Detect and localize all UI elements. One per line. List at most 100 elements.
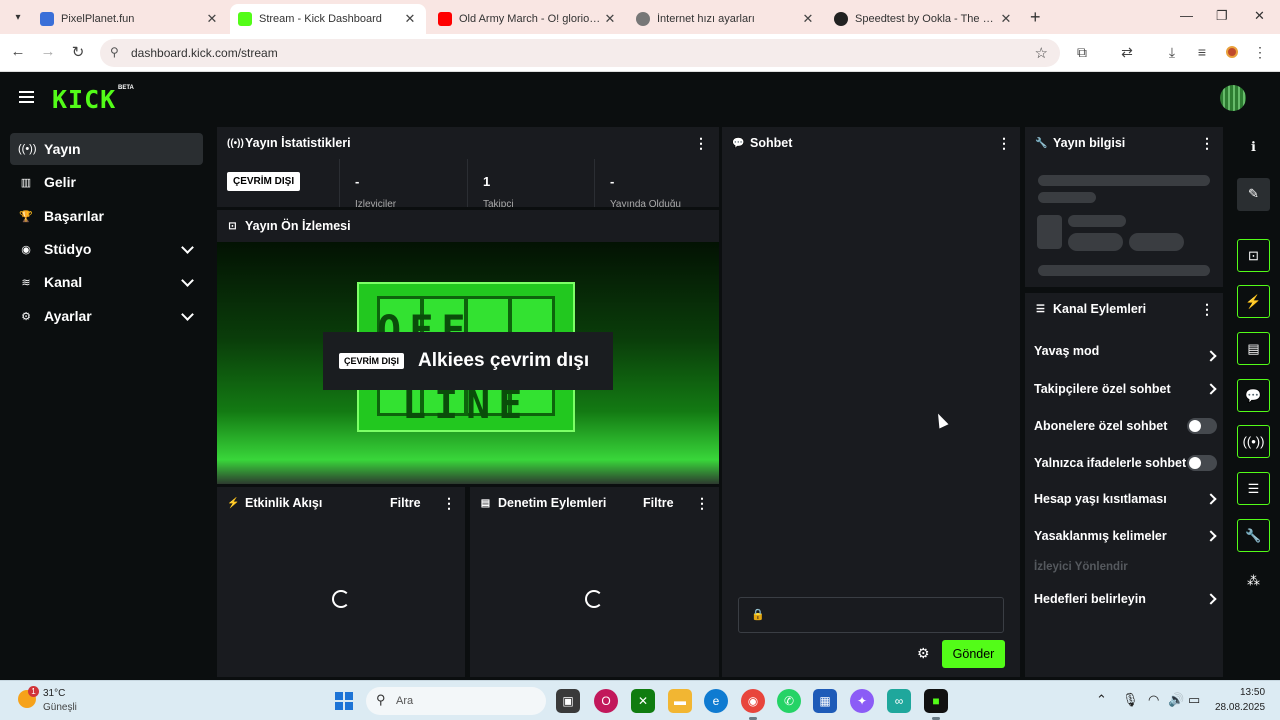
whatsapp-icon[interactable]: ✆: [777, 689, 801, 713]
action-slow-mode[interactable]: Yavaş mod: [1034, 341, 1217, 361]
tab-close-icon[interactable]: ✕: [402, 11, 418, 27]
chat-input[interactable]: 🔒: [738, 597, 1004, 633]
emotes-only-toggle[interactable]: [1187, 455, 1217, 471]
bookmark-star-icon[interactable]: ☆: [1035, 44, 1048, 62]
microphone-icon[interactable]: 🎙: [1122, 692, 1139, 708]
taskbar-search[interactable]: ⚲ Ara: [366, 687, 546, 715]
chat-bubble-icon[interactable]: 💬: [1237, 379, 1270, 412]
copilot-icon[interactable]: ✦: [850, 689, 874, 713]
weather-temperature[interactable]: 31°C: [43, 688, 65, 699]
battery-icon[interactable]: ▭: [1188, 692, 1200, 708]
kebab-menu-icon[interactable]: [694, 135, 708, 152]
tab-close-icon[interactable]: ✕: [204, 11, 220, 27]
edge-icon[interactable]: e: [704, 689, 728, 713]
extensions-icon[interactable]: ⧉: [1073, 44, 1091, 61]
download-icon[interactable]: ⤓: [1163, 44, 1181, 61]
sidebar-item-yayin[interactable]: ((•)) Yayın: [10, 133, 203, 165]
tab-close-icon[interactable]: ✕: [602, 11, 618, 27]
arduino-icon[interactable]: ∞: [887, 689, 911, 713]
subscribers-only-toggle[interactable]: [1187, 418, 1217, 434]
tab-close-icon[interactable]: ✕: [998, 11, 1014, 27]
action-banned-words[interactable]: Yasaklanmış kelimeler: [1034, 526, 1217, 546]
preview-icon: ⊡: [228, 220, 237, 232]
info-icon[interactable]: ℹ: [1237, 131, 1270, 164]
kick-app-icon[interactable]: ■: [924, 689, 948, 720]
site-info-icon[interactable]: ⚲: [110, 45, 119, 59]
search-placeholder: Ara: [396, 695, 414, 707]
stream-preview-image[interactable]: OFF LINE ÇEVRİM DIŞI Alkiees çevrim dışı: [217, 242, 719, 484]
file-explorer-icon[interactable]: ▬: [668, 689, 692, 713]
new-tab-button[interactable]: +: [1030, 7, 1041, 28]
tab-search-icon[interactable]: ▾: [8, 8, 28, 28]
preview-icon[interactable]: ⊡: [1237, 239, 1270, 272]
tray-chevron-up-icon[interactable]: ⌃: [1096, 692, 1107, 708]
minimize-icon[interactable]: —: [1180, 8, 1193, 23]
translate-icon[interactable]: ⇄: [1118, 44, 1136, 61]
action-label: Abonelere özel sohbet: [1034, 419, 1168, 433]
kebab-menu-icon[interactable]: [442, 495, 456, 512]
maximize-icon[interactable]: ❐: [1216, 8, 1228, 24]
hamburger-menu-icon[interactable]: [19, 91, 34, 103]
action-account-age[interactable]: Hesap yaşı kısıtlaması: [1034, 489, 1217, 509]
sidebar-item-ayarlar[interactable]: ⚙ Ayarlar: [10, 300, 203, 332]
window-close-icon[interactable]: ✕: [1254, 8, 1265, 24]
clipboard-icon[interactable]: ▤: [1237, 332, 1270, 365]
clock-date[interactable]: 28.08.2025: [1215, 702, 1265, 713]
sidebar: ((•)) Yayın ▥ Gelir 🏆 Başarılar ◉ Stüdyo…: [0, 123, 213, 680]
sidebar-item-studyo[interactable]: ◉ Stüdyo: [10, 233, 203, 265]
chevron-down-icon[interactable]: [181, 276, 193, 288]
url-text[interactable]: dashboard.kick.com/stream: [131, 46, 278, 60]
browser-menu-icon[interactable]: ⋮: [1251, 44, 1269, 61]
wrench-icon[interactable]: 🔧: [1237, 519, 1270, 552]
sidebar-item-gelir[interactable]: ▥ Gelir: [10, 166, 203, 198]
kick-logo[interactable]: KICK: [52, 85, 116, 114]
tab-kick-dashboard[interactable]: Stream - Kick Dashboard ✕: [230, 4, 426, 34]
offline-message: Alkiees çevrim dışı: [418, 350, 590, 371]
channel-actions-icon[interactable]: ☰: [1237, 472, 1270, 505]
send-button[interactable]: Gönder: [942, 640, 1005, 668]
chevron-down-icon[interactable]: [181, 243, 193, 255]
store-icon[interactable]: ▦: [813, 689, 837, 713]
clock-time[interactable]: 13:50: [1240, 687, 1265, 698]
user-avatar[interactable]: [1220, 85, 1246, 111]
widgets-icon[interactable]: ⁂: [1237, 565, 1270, 598]
reload-icon[interactable]: ↻: [68, 43, 88, 61]
profile-avatar[interactable]: [1226, 46, 1238, 58]
sidebar-item-kanal[interactable]: ≋ Kanal: [10, 266, 203, 298]
kebab-menu-icon[interactable]: [1200, 135, 1214, 152]
kebab-menu-icon[interactable]: [695, 495, 709, 512]
chat-settings-gear-icon[interactable]: ⚙: [917, 645, 930, 662]
media-control-icon[interactable]: ≡: [1193, 44, 1211, 60]
volume-icon[interactable]: 🔊: [1168, 692, 1184, 708]
chrome-icon[interactable]: ◉: [741, 689, 765, 720]
filter-button[interactable]: Filtre: [390, 496, 421, 510]
tab-old-army-march[interactable]: Old Army March - O! glorious a ✕: [430, 4, 626, 34]
filter-button[interactable]: Filtre: [643, 496, 674, 510]
forward-icon[interactable]: →: [38, 43, 58, 60]
action-followers-only[interactable]: Takipçilere özel sohbet: [1034, 379, 1217, 399]
lightning-icon[interactable]: ⚡: [1237, 285, 1270, 318]
action-label: Hedefleri belirleyin: [1034, 592, 1146, 606]
task-view-icon[interactable]: ▣: [556, 689, 580, 713]
back-icon[interactable]: ←: [8, 43, 28, 60]
broadcast-icon[interactable]: ((•)): [1237, 425, 1270, 458]
action-set-goals[interactable]: Hedefleri belirleyin: [1034, 589, 1217, 609]
opera-icon[interactable]: O: [594, 689, 618, 713]
tab-pixelplanet[interactable]: PixelPlanet.fun ✕: [32, 4, 228, 34]
windows-start-icon[interactable]: [335, 692, 353, 710]
kebab-menu-icon[interactable]: [1200, 301, 1214, 318]
xbox-icon[interactable]: ✕: [631, 689, 655, 713]
tab-speedtest[interactable]: Speedtest by Ookla - The Globa ✕: [826, 4, 1022, 34]
weather-condition[interactable]: Güneşli: [43, 702, 77, 713]
address-bar[interactable]: ⚲ dashboard.kick.com/stream ☆: [100, 39, 1060, 67]
wifi-icon[interactable]: ◠: [1148, 692, 1159, 708]
kebab-menu-icon[interactable]: [997, 135, 1011, 152]
edit-pencil-icon[interactable]: ✎: [1237, 178, 1270, 211]
tab-close-icon[interactable]: ✕: [800, 11, 816, 27]
stat-value: -: [355, 174, 360, 189]
loading-spinner-icon: [332, 590, 350, 608]
sidebar-item-basarilar[interactable]: 🏆 Başarılar: [10, 200, 203, 232]
tab-internet-speed[interactable]: İnternet hızı ayarları ✕: [628, 4, 824, 34]
chevron-down-icon[interactable]: [181, 310, 193, 322]
stat-viewers: - İzleyiciler: [339, 159, 466, 207]
